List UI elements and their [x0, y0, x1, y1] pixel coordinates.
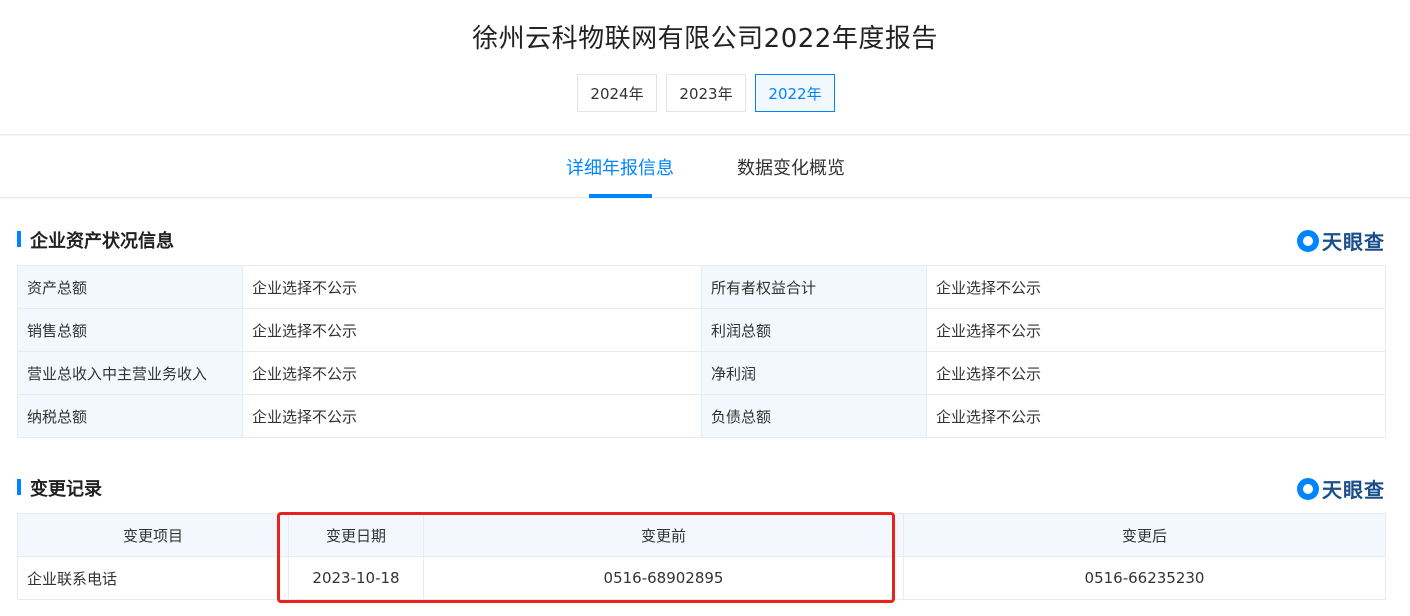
table-row: 纳税总额 企业选择不公示 负债总额 企业选择不公示 — [17, 394, 1386, 438]
main-content: 企业资产状况信息 天眼查 资产总额 企业选择不公示 所有者权益合计 企业选择不公… — [0, 199, 1410, 616]
change-item-cell: 企业联系电话 — [17, 556, 289, 600]
label-cell: 利润总额 — [701, 308, 927, 352]
table-row: 销售总额 企业选择不公示 利润总额 企业选择不公示 — [17, 308, 1386, 352]
before-change-cell: 0516-68902895 — [423, 556, 904, 600]
value-cell: 企业选择不公示 — [926, 351, 1386, 395]
assets-table: 资产总额 企业选择不公示 所有者权益合计 企业选择不公示 销售总额 企业选择不公… — [17, 265, 1386, 438]
brand-logo: 天眼查 — [1297, 474, 1385, 503]
tab-bar: 详细年报信息 数据变化概览 — [0, 136, 1410, 198]
year-selector: 2024年 2023年 2022年 — [577, 74, 835, 112]
value-cell: 企业选择不公示 — [242, 394, 702, 438]
label-cell: 负债总额 — [701, 394, 927, 438]
label-cell: 所有者权益合计 — [701, 265, 927, 309]
tianyancha-logo-icon — [1297, 477, 1319, 500]
year-button-2022[interactable]: 2022年 — [755, 74, 835, 112]
table-row: 营业总收入中主营业务收入 企业选择不公示 净利润 企业选择不公示 — [17, 351, 1386, 395]
label-cell: 营业总收入中主营业务收入 — [17, 351, 243, 395]
value-cell: 企业选择不公示 — [926, 394, 1386, 438]
after-change-cell: 0516-66235230 — [903, 556, 1386, 600]
value-cell: 企业选择不公示 — [926, 308, 1386, 352]
tab-detailed-report[interactable]: 详细年报信息 — [566, 154, 674, 180]
label-cell: 纳税总额 — [17, 394, 243, 438]
brand-logo: 天眼查 — [1297, 226, 1385, 255]
change-date-cell: 2023-10-18 — [288, 556, 424, 600]
section-title-assets: 企业资产状况信息 — [17, 227, 174, 253]
label-cell: 销售总额 — [17, 308, 243, 352]
value-cell: 企业选择不公示 — [926, 265, 1386, 309]
column-header: 变更前 — [423, 513, 904, 557]
active-tab-indicator — [589, 194, 652, 198]
tab-data-change-overview[interactable]: 数据变化概览 — [737, 154, 845, 180]
year-button-2023[interactable]: 2023年 — [666, 74, 746, 112]
column-header: 变更后 — [903, 513, 1386, 557]
report-header: 徐州云科物联网有限公司2022年度报告 2024年 2023年 2022年 — [0, 0, 1410, 135]
section-title-changes: 变更记录 — [17, 475, 102, 501]
change-record-table: 变更项目 变更日期 变更前 变更后 企业联系电话 2023-10-18 0516… — [17, 513, 1386, 600]
brand-name: 天眼查 — [1322, 478, 1385, 502]
label-cell: 资产总额 — [17, 265, 243, 309]
column-header: 变更项目 — [17, 513, 289, 557]
value-cell: 企业选择不公示 — [242, 308, 702, 352]
year-button-2024[interactable]: 2024年 — [577, 74, 657, 112]
tianyancha-logo-icon — [1297, 229, 1319, 252]
value-cell: 企业选择不公示 — [242, 351, 702, 395]
column-header: 变更日期 — [288, 513, 424, 557]
value-cell: 企业选择不公示 — [242, 265, 702, 309]
table-row: 企业联系电话 2023-10-18 0516-68902895 0516-662… — [17, 556, 1386, 600]
brand-name: 天眼查 — [1322, 230, 1385, 254]
table-header-row: 变更项目 变更日期 变更前 变更后 — [17, 513, 1386, 557]
label-cell: 净利润 — [701, 351, 927, 395]
table-row: 资产总额 企业选择不公示 所有者权益合计 企业选择不公示 — [17, 265, 1386, 309]
page-title: 徐州云科物联网有限公司2022年度报告 — [472, 24, 938, 54]
